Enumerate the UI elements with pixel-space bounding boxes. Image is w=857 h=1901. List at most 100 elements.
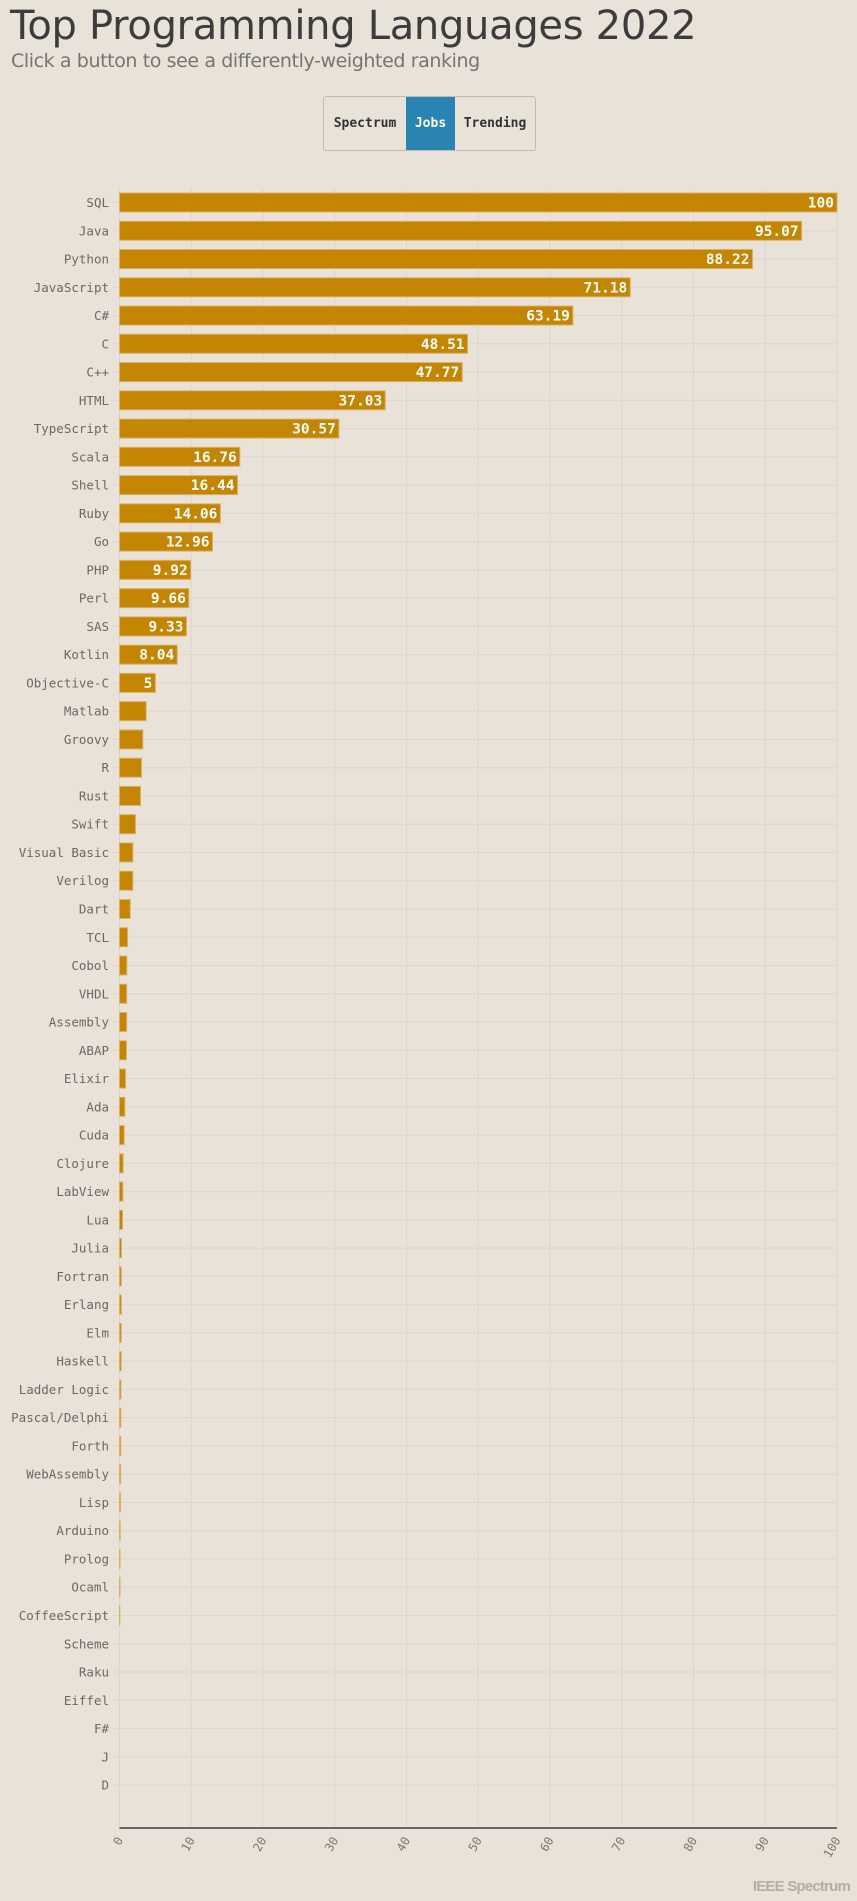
y-tick-label: Erlang bbox=[64, 1297, 109, 1312]
y-tick-label: Haskell bbox=[56, 1354, 109, 1369]
bar bbox=[119, 785, 142, 806]
bar-value-label: 12.96 bbox=[166, 535, 210, 551]
y-tick-label: C# bbox=[94, 308, 110, 323]
bar bbox=[119, 927, 129, 948]
y-tick-label: Fortran bbox=[56, 1269, 109, 1284]
y-tick-label: Matlab bbox=[64, 704, 109, 719]
bar bbox=[119, 1464, 122, 1485]
bar bbox=[119, 1096, 126, 1117]
y-tick-label: Raku bbox=[79, 1665, 109, 1680]
y-tick-label: Dart bbox=[79, 902, 109, 917]
bar bbox=[119, 814, 137, 835]
y-tick-label: PHP bbox=[86, 562, 109, 577]
x-tick-label: 10 bbox=[178, 1835, 197, 1855]
y-tick-label: C bbox=[101, 336, 109, 351]
bar bbox=[119, 955, 128, 976]
bar-value-label: 16.76 bbox=[193, 450, 237, 466]
y-tick-label: Rust bbox=[79, 788, 109, 803]
x-tick-label: 20 bbox=[250, 1835, 269, 1855]
bar-value-label: 95.07 bbox=[755, 224, 799, 240]
y-tick-label: CoffeeScript bbox=[19, 1608, 109, 1623]
y-tick-label: Cobol bbox=[71, 958, 109, 973]
bar-value-label: 16.44 bbox=[191, 478, 235, 494]
bar bbox=[119, 1577, 121, 1598]
bar bbox=[119, 1153, 124, 1174]
bar-chart: SQL Java Python JavaScript C# C C++ HTML TypeScr… bbox=[11, 189, 844, 1860]
x-tick-label: 0 bbox=[110, 1835, 126, 1848]
y-tick-label: Julia bbox=[71, 1241, 109, 1256]
bar-value-label: 9.33 bbox=[149, 619, 184, 635]
bar bbox=[119, 1040, 127, 1061]
bar bbox=[119, 1125, 125, 1146]
x-tick-label: 80 bbox=[681, 1835, 700, 1855]
x-tick-label: 40 bbox=[394, 1835, 413, 1855]
y-tick-label: F# bbox=[94, 1721, 110, 1736]
y-tick-label: Java bbox=[79, 223, 109, 238]
bar bbox=[119, 983, 128, 1004]
bar-value-label: 9.66 bbox=[151, 591, 186, 607]
x-tick-label: 90 bbox=[752, 1835, 771, 1855]
y-tick-label: Groovy bbox=[64, 732, 110, 747]
y-tick-label: Eiffel bbox=[64, 1693, 109, 1708]
y-tick-label: Ocaml bbox=[71, 1580, 109, 1595]
bar bbox=[119, 899, 131, 919]
y-tick-label: Clojure bbox=[56, 1156, 109, 1171]
bar-value-label: 9.92 bbox=[153, 563, 188, 579]
bar-value-label: 37.03 bbox=[339, 393, 383, 409]
y-tick-label: Visual Basic bbox=[19, 845, 109, 860]
bar-value-label: 30.57 bbox=[292, 422, 336, 438]
bar bbox=[119, 1492, 122, 1513]
y-tick-label: ABAP bbox=[79, 1043, 109, 1058]
bar bbox=[119, 757, 143, 778]
bar bbox=[119, 1209, 124, 1230]
bar bbox=[119, 333, 469, 354]
y-tick-label: SAS bbox=[86, 619, 109, 634]
y-tick-label: Lua bbox=[86, 1212, 109, 1227]
y-tick-label: Perl bbox=[79, 591, 109, 606]
bar bbox=[119, 277, 631, 298]
bar bbox=[119, 305, 574, 326]
bar-value-label: 48.51 bbox=[421, 337, 465, 353]
bar bbox=[119, 1181, 124, 1202]
bar bbox=[119, 1379, 122, 1400]
y-tick-label: Assembly bbox=[49, 1015, 110, 1030]
bar bbox=[119, 1068, 127, 1089]
bar-value-label: 63.19 bbox=[526, 309, 570, 325]
bar bbox=[119, 842, 134, 863]
bar-value-label: 5 bbox=[144, 676, 153, 692]
bar-value-label: 71.18 bbox=[584, 280, 628, 296]
y-tick-label: Lisp bbox=[79, 1495, 109, 1510]
y-tick-label: D bbox=[101, 1778, 109, 1793]
bar bbox=[119, 249, 753, 270]
bar bbox=[119, 1012, 128, 1033]
x-tick-label: 60 bbox=[537, 1835, 556, 1855]
y-tick-label: Python bbox=[64, 252, 109, 267]
bar bbox=[119, 1520, 121, 1541]
y-tick-label: HTML bbox=[79, 393, 109, 408]
bar-value-label: 100 bbox=[808, 196, 834, 212]
y-tick-label: LabView bbox=[56, 1184, 109, 1199]
y-tick-label: WebAssembly bbox=[26, 1467, 109, 1482]
bar bbox=[119, 1322, 122, 1343]
y-tick-label: Swift bbox=[71, 817, 109, 832]
y-tick-label: TypeScript bbox=[34, 421, 109, 436]
bar-value-label: 8.04 bbox=[139, 648, 174, 664]
bar bbox=[119, 1407, 122, 1428]
y-tick-label: Kotlin bbox=[64, 647, 109, 662]
bar bbox=[119, 1435, 122, 1456]
y-tick-label: Cuda bbox=[79, 1128, 109, 1143]
bar-value-label: 88.22 bbox=[706, 252, 750, 268]
x-tick-label: 30 bbox=[322, 1835, 341, 1855]
bar bbox=[119, 362, 463, 383]
y-tick-label: JavaScript bbox=[34, 280, 109, 295]
y-tick-label: SQL bbox=[86, 195, 109, 210]
y-tick-label: TCL bbox=[86, 930, 109, 945]
bar bbox=[119, 192, 838, 213]
bar bbox=[119, 1351, 122, 1372]
y-tick-label: Ada bbox=[86, 1099, 109, 1114]
bar bbox=[119, 1294, 122, 1315]
y-tick-label: Verilog bbox=[56, 873, 109, 888]
y-tick-label: C++ bbox=[86, 365, 109, 380]
y-tick-label: Elixir bbox=[64, 1071, 110, 1086]
bar bbox=[119, 1238, 123, 1259]
